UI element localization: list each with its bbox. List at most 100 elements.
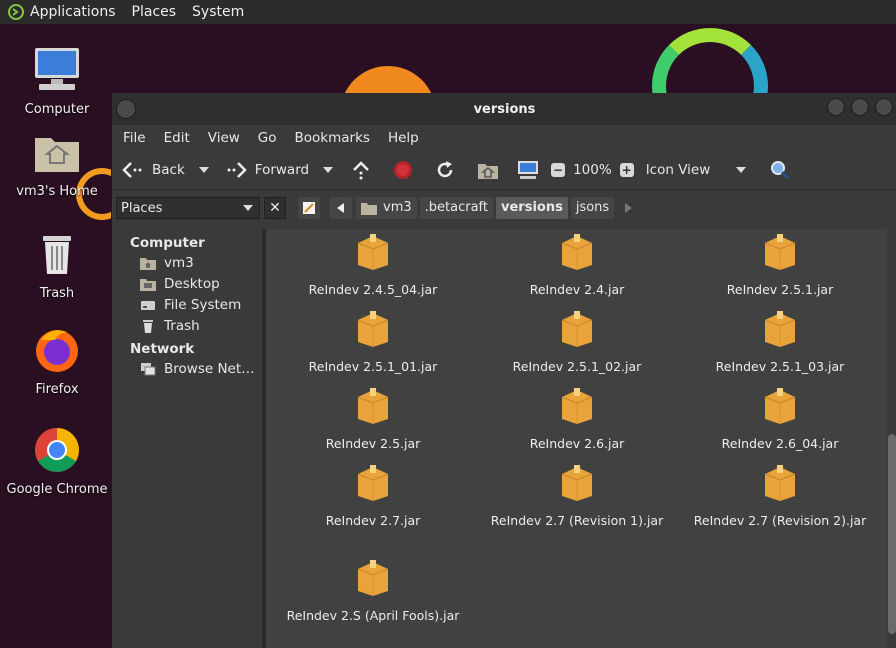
sidebar-close-button[interactable]: ✕ bbox=[264, 197, 286, 219]
trash-icon bbox=[43, 236, 71, 274]
file-item[interactable]: ReIndev 2.5.1_02.jar bbox=[487, 310, 667, 375]
mate-logo-icon[interactable] bbox=[8, 4, 24, 20]
up-arrow-icon[interactable] bbox=[351, 160, 371, 180]
zoom-out-button[interactable]: − bbox=[551, 163, 566, 177]
chevron-left-icon bbox=[337, 203, 344, 213]
minimize-button[interactable] bbox=[827, 98, 845, 116]
desktop-icon-computer[interactable]: Computer bbox=[0, 46, 114, 117]
system-menu[interactable]: System bbox=[192, 4, 244, 20]
back-arrow-icon bbox=[122, 162, 142, 178]
close-button[interactable] bbox=[875, 98, 893, 116]
sidebar-item-trash[interactable]: Trash bbox=[112, 316, 262, 337]
menu-file[interactable]: File bbox=[123, 130, 146, 146]
stop-icon[interactable] bbox=[393, 160, 413, 180]
menu-edit[interactable]: Edit bbox=[164, 130, 190, 146]
edit-pencil-icon bbox=[303, 202, 315, 214]
view-mode-dropdown-icon[interactable] bbox=[735, 167, 746, 173]
file-item[interactable]: ReIndev 2.6_04.jar bbox=[690, 387, 870, 452]
breadcrumb-vm3[interactable]: vm3 bbox=[356, 197, 417, 219]
file-name: ReIndev 2.7 (Revision 2).jar bbox=[693, 513, 867, 528]
places-sidebar: Computer vm3 Desktop File System Trash N… bbox=[112, 229, 263, 648]
places-menu[interactable]: Places bbox=[132, 4, 177, 20]
sidebar-item-vm3[interactable]: vm3 bbox=[112, 253, 262, 274]
breadcrumb: vm3 .betacraft versions jsons bbox=[298, 197, 633, 219]
file-item[interactable]: ReIndev 2.7 (Revision 2).jar bbox=[690, 464, 870, 529]
zoom-level: 100% bbox=[573, 162, 612, 178]
jar-archive-icon bbox=[764, 234, 796, 270]
chevron-right-icon[interactable] bbox=[625, 203, 633, 213]
computer-icon[interactable] bbox=[517, 160, 539, 180]
jar-archive-icon bbox=[561, 388, 593, 424]
file-item[interactable]: ReIndev 2.4.jar bbox=[487, 233, 667, 298]
menu-go[interactable]: Go bbox=[258, 130, 277, 146]
file-name: ReIndev 2.5.1_03.jar bbox=[715, 359, 845, 374]
sidebar-item-desktop[interactable]: Desktop bbox=[112, 274, 262, 295]
view-mode-select[interactable]: Icon View bbox=[646, 162, 732, 178]
file-item[interactable]: ReIndev 2.6.jar bbox=[487, 387, 667, 452]
home-folder-icon bbox=[140, 258, 156, 270]
sidebar-item-browse-network[interactable]: Browse Net… bbox=[112, 359, 262, 380]
file-item[interactable]: ReIndev 2.4.5_04.jar bbox=[283, 233, 463, 298]
file-view[interactable]: ReIndev 2.4.5_04.jar ReIndev 2.4.jar ReInd… bbox=[263, 229, 896, 648]
file-item[interactable]: ReIndev 2.S (April Fools).jar bbox=[283, 559, 463, 624]
sidebar-selector[interactable]: Places bbox=[116, 197, 260, 219]
toolbar: Back Forward − 100% + Icon View bbox=[112, 151, 896, 190]
desktop-icon-trash[interactable]: Trash bbox=[0, 230, 114, 301]
firefox-icon bbox=[36, 330, 78, 372]
file-name: ReIndev 2.S (April Fools).jar bbox=[286, 608, 460, 623]
jar-archive-icon bbox=[764, 388, 796, 424]
top-panel: Applications Places System bbox=[0, 0, 896, 24]
reload-icon[interactable] bbox=[435, 160, 455, 180]
window-menu-button[interactable] bbox=[116, 99, 136, 119]
file-name: ReIndev 2.5.1_02.jar bbox=[512, 359, 642, 374]
menu-bookmarks[interactable]: Bookmarks bbox=[295, 130, 370, 146]
breadcrumb-scroll-left-button[interactable] bbox=[330, 197, 352, 219]
window-titlebar[interactable]: versions bbox=[112, 93, 896, 125]
jar-archive-icon bbox=[357, 388, 389, 424]
desktop-icon-home[interactable]: vm3's Home bbox=[0, 128, 114, 199]
desktop-icon-firefox[interactable]: Firefox bbox=[0, 326, 114, 397]
menu-help[interactable]: Help bbox=[388, 130, 419, 146]
chevron-down-icon bbox=[243, 205, 253, 211]
file-item[interactable]: ReIndev 2.5.1_03.jar bbox=[690, 310, 870, 375]
applications-menu[interactable]: Applications bbox=[30, 4, 116, 20]
file-item[interactable]: ReIndev 2.7 (Revision 1).jar bbox=[487, 464, 667, 529]
jar-archive-icon bbox=[764, 465, 796, 501]
file-item[interactable]: ReIndev 2.5.1_01.jar bbox=[283, 310, 463, 375]
file-item[interactable]: ReIndev 2.7.jar bbox=[283, 464, 463, 529]
sidebar-category-network: Network bbox=[130, 341, 195, 357]
scrollbar-thumb[interactable] bbox=[888, 434, 896, 634]
breadcrumb-versions[interactable]: versions bbox=[496, 197, 568, 219]
forward-button[interactable]: Forward bbox=[225, 161, 309, 179]
zoom-in-button[interactable]: + bbox=[619, 163, 634, 177]
drive-icon bbox=[141, 301, 155, 310]
desktop-icon-chrome[interactable]: Google Chrome bbox=[0, 426, 114, 497]
file-name: ReIndev 2.5.1_01.jar bbox=[308, 359, 438, 374]
jar-archive-icon bbox=[764, 311, 796, 347]
back-button[interactable]: Back bbox=[122, 161, 185, 179]
computer-icon bbox=[35, 48, 79, 90]
jar-archive-icon bbox=[357, 560, 389, 596]
window-content: Computer vm3 Desktop File System Trash N… bbox=[112, 229, 896, 648]
file-name: ReIndev 2.5.jar bbox=[325, 436, 421, 451]
location-bar: Places ✕ vm3 .betacraft versions jsons bbox=[112, 190, 896, 226]
sidebar-category-computer: Computer bbox=[130, 235, 205, 251]
forward-history-dropdown-icon[interactable] bbox=[323, 167, 334, 173]
forward-arrow-icon bbox=[227, 162, 247, 178]
vertical-scrollbar[interactable] bbox=[887, 229, 896, 648]
jar-archive-icon bbox=[357, 311, 389, 347]
back-history-dropdown-icon[interactable] bbox=[198, 167, 209, 173]
search-icon[interactable] bbox=[770, 160, 790, 180]
file-item[interactable]: ReIndev 2.5.jar bbox=[283, 387, 463, 452]
file-manager-window[interactable]: versions File Edit View Go Bookmarks Hel… bbox=[111, 93, 896, 648]
breadcrumb-betacraft[interactable]: .betacraft bbox=[419, 197, 493, 219]
sidebar-item-file-system[interactable]: File System bbox=[112, 295, 262, 316]
file-item[interactable]: ReIndev 2.5.1.jar bbox=[690, 233, 870, 298]
maximize-button[interactable] bbox=[851, 98, 869, 116]
breadcrumb-jsons[interactable]: jsons bbox=[570, 197, 615, 219]
menu-view[interactable]: View bbox=[208, 130, 240, 146]
jar-archive-icon bbox=[561, 465, 593, 501]
file-name: ReIndev 2.4.jar bbox=[529, 282, 625, 297]
home-icon[interactable] bbox=[477, 160, 499, 180]
edit-location-button[interactable] bbox=[298, 197, 320, 219]
